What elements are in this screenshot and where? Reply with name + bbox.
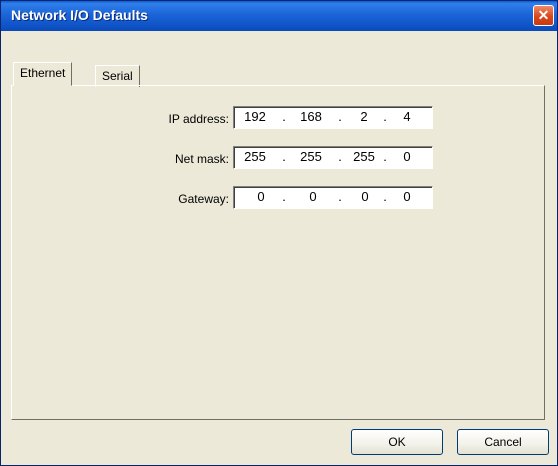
close-icon[interactable]: ✕ <box>533 5 554 26</box>
ok-button[interactable]: OK <box>351 429 443 455</box>
cancel-button[interactable]: Cancel <box>457 429 549 455</box>
ethernet-tab-panel <box>11 85 545 420</box>
window-title: Network I/O Defaults <box>11 7 148 23</box>
tab-serial[interactable]: Serial <box>95 65 140 87</box>
network-io-defaults-dialog: Network I/O Defaults ✕ Ethernet Serial I… <box>0 0 558 466</box>
tab-ethernet[interactable]: Ethernet <box>13 62 73 86</box>
title-bar[interactable]: Network I/O Defaults ✕ <box>1 1 557 31</box>
